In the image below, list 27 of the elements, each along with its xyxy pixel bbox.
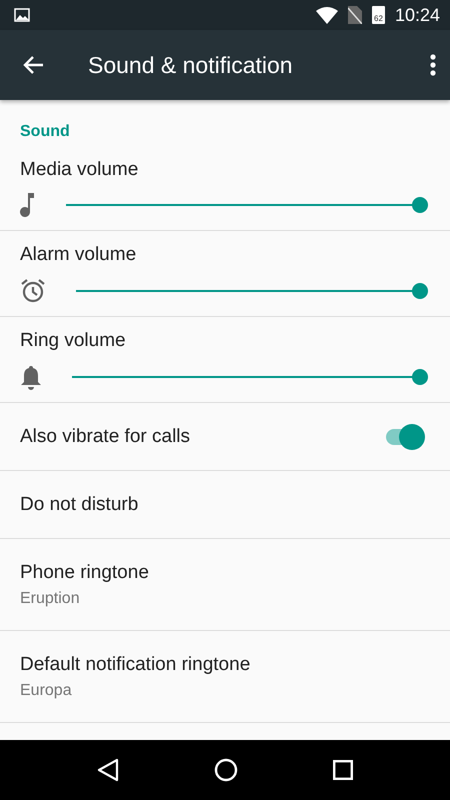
setting-label: Ring volume: [20, 330, 127, 352]
setting-summary: Europa: [20, 682, 73, 700]
setting-summary: Eruption: [20, 590, 81, 608]
music-note-icon: [20, 192, 36, 216]
back-button[interactable]: [97, 758, 120, 782]
back-arrow-icon[interactable]: [22, 55, 44, 75]
wifi-icon: [316, 6, 338, 24]
alarm-clock-icon: [20, 278, 46, 304]
bell-icon: [20, 364, 42, 390]
no-sim-icon: [348, 6, 362, 24]
clock-time: 10:24: [394, 4, 440, 26]
setting-label[interactable]: Phone ringtone: [20, 562, 430, 584]
setting-label[interactable]: Do not disturb: [20, 494, 430, 516]
setting-label[interactable]: Default notification ringtone: [20, 654, 430, 676]
slider-thumb[interactable]: [412, 282, 428, 298]
slider-thumb[interactable]: [412, 368, 428, 384]
setting-label: Media volume: [20, 158, 140, 180]
picture-notification-icon: [14, 8, 30, 22]
section-header: Sound: [20, 123, 71, 141]
recent-apps-button[interactable]: [332, 760, 353, 780]
screen-title: Sound & notification: [88, 52, 294, 78]
setting-label: Alarm volume: [20, 244, 138, 266]
setting-label: Also vibrate for calls: [20, 426, 190, 448]
home-button[interactable]: [214, 758, 238, 782]
battery-percent: 62: [374, 14, 383, 24]
slider-thumb[interactable]: [412, 196, 428, 212]
more-options-icon[interactable]: [430, 54, 436, 76]
